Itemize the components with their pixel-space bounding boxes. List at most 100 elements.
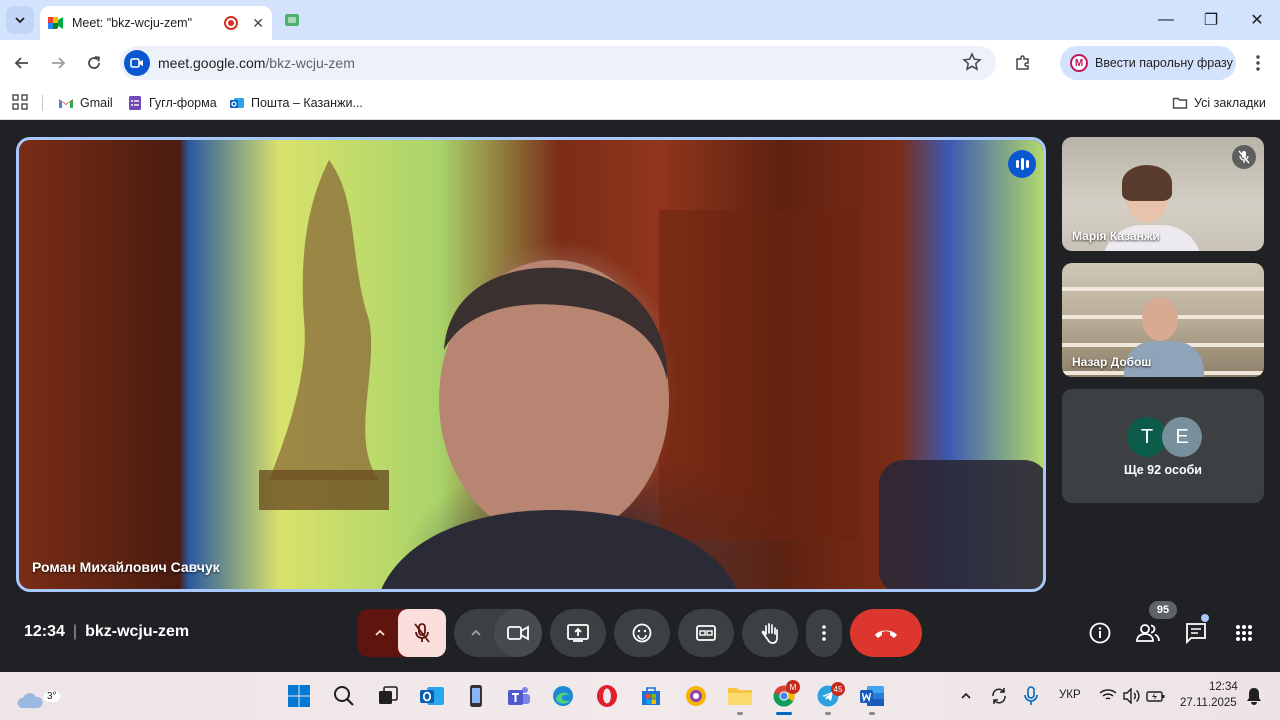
copilot-icon [686, 686, 706, 706]
notifications-icon[interactable] [1246, 687, 1262, 705]
battery-charging-icon[interactable] [1146, 688, 1166, 704]
volume-icon[interactable] [1122, 688, 1140, 704]
captions-button[interactable] [678, 609, 734, 657]
taskbar-word[interactable] [858, 682, 886, 710]
extensions-button[interactable] [1008, 48, 1038, 78]
reactions-button[interactable] [614, 609, 670, 657]
gmail-icon [59, 99, 73, 108]
site-info-button[interactable] [124, 50, 150, 76]
microphone-in-use-icon[interactable] [1024, 686, 1038, 706]
outlook-icon [420, 687, 444, 705]
mic-off-icon [1238, 150, 1250, 164]
video-camera-icon [507, 625, 529, 641]
arrow-right-icon [52, 57, 66, 69]
muted-indicator [1232, 145, 1256, 169]
bookmark-label: Пошта – Казанжи... [251, 96, 363, 110]
opera-icon [597, 685, 617, 707]
more-participants-label: Ще 92 особи [1123, 463, 1202, 477]
profile-label: Ввести парольну фразу [1095, 56, 1233, 70]
main-speaker-tile[interactable]: Роман Михайлович Савчук [16, 137, 1046, 592]
outlook-icon [230, 98, 244, 108]
running-indicator [869, 712, 875, 715]
mic-toggle-button[interactable] [398, 609, 446, 657]
hand-icon [761, 623, 778, 644]
taskbar-store[interactable] [637, 682, 665, 710]
wifi-icon[interactable] [1099, 688, 1117, 702]
participant-hair [1122, 165, 1172, 201]
participant-face [1142, 297, 1178, 341]
close-window-button[interactable]: ✕ [1245, 8, 1269, 32]
forward-button[interactable] [43, 48, 73, 78]
sync-icon[interactable] [990, 687, 1008, 705]
tab-search-button[interactable] [6, 6, 34, 34]
participant-tile-nazar[interactable]: Назар Добош [1062, 263, 1264, 377]
speaking-indicator-icon [1008, 150, 1036, 178]
back-button[interactable] [7, 48, 37, 78]
clock-date[interactable]: 27.11.2025 [1180, 697, 1237, 709]
minimize-button[interactable]: — [1154, 8, 1178, 32]
tab-close-icon[interactable]: ✕ [252, 15, 264, 32]
browser-tab-strip: Meet: "bkz-wcju-zem" ✕ — ❐ ✕ [0, 0, 1280, 40]
taskbar-edge[interactable] [549, 682, 577, 710]
participant-name: Марія Казанжи [1072, 229, 1160, 243]
taskbar-file-explorer[interactable] [726, 682, 754, 710]
taskbar-opera[interactable] [593, 682, 621, 710]
google-meet-icon [48, 17, 63, 29]
input-language-indicator[interactable]: УКР [1059, 689, 1081, 701]
clock-time[interactable]: 12:34 [1209, 681, 1238, 693]
chat-button[interactable] [1182, 619, 1210, 647]
bookmark-gmail[interactable]: Gmail [58, 92, 113, 114]
all-bookmarks-button[interactable]: Усі закладки [1172, 92, 1266, 114]
running-indicator [737, 712, 743, 715]
reload-button[interactable] [79, 48, 109, 78]
bookmark-mail[interactable]: Пошта – Казанжи... [229, 92, 363, 114]
people-count-badge: 95 [1149, 601, 1177, 619]
start-button[interactable] [285, 682, 313, 710]
apps-grid-icon[interactable] [11, 93, 29, 111]
taskbar-copilot[interactable] [682, 682, 710, 710]
taskbar-phone-link[interactable] [462, 682, 490, 710]
participant-tile-maria[interactable]: Марія Казанжи [1062, 137, 1264, 251]
meeting-details-button[interactable] [1086, 619, 1114, 647]
bookmark-label: Gmail [80, 96, 113, 110]
task-view-button[interactable] [374, 682, 402, 710]
present-screen-button[interactable] [550, 609, 606, 657]
taskbar-search-button[interactable] [330, 682, 358, 710]
chat-icon [1186, 623, 1206, 644]
store-icon [642, 687, 660, 705]
weather-widget[interactable]: 3° [16, 684, 60, 712]
more-options-button[interactable] [806, 609, 842, 657]
tab-meet[interactable]: Meet: "bkz-wcju-zem" ✕ [40, 6, 272, 40]
address-bar[interactable]: meet.google.com/bkz-wcju-zem [120, 46, 996, 80]
more-participants-tile[interactable]: Т Е Ще 92 особи [1062, 389, 1264, 503]
phone-icon [470, 685, 482, 707]
windows-taskbar: 3° M 45 УКР 12:34 27.11.2025 [0, 672, 1280, 720]
task-view-icon [379, 686, 398, 704]
raise-hand-button[interactable] [742, 609, 798, 657]
show-hidden-icons-chevron-up-icon[interactable] [960, 690, 972, 702]
bookmark-star-icon[interactable] [962, 52, 982, 72]
restore-button[interactable]: ❐ [1199, 8, 1223, 32]
folder-icon [1172, 97, 1188, 109]
profile-button[interactable]: M Ввести парольну фразу [1060, 46, 1236, 80]
url-text: meet.google.com/bkz-wcju-zem [158, 55, 355, 71]
participant-avatar: Е [1162, 417, 1202, 457]
activities-button[interactable] [1230, 619, 1258, 647]
people-button[interactable] [1134, 619, 1162, 647]
tab-group-icon[interactable] [284, 12, 300, 28]
taskbar-outlook[interactable] [418, 682, 446, 710]
mic-off-icon [414, 623, 430, 643]
taskbar-teams[interactable] [505, 682, 533, 710]
browser-menu-button[interactable] [1243, 48, 1273, 78]
leave-call-button[interactable] [850, 609, 922, 657]
camera-toggle-button[interactable] [494, 609, 542, 657]
bookmarks-bar: Gmail Гугл-форма Пошта – Казанжи... Усі … [0, 86, 1280, 120]
people-icon [1136, 624, 1160, 642]
video-frame-illustration [259, 160, 1043, 589]
bookmarks-divider [42, 95, 43, 111]
bookmark-google-form[interactable]: Гугл-форма [127, 92, 217, 114]
more-vertical-icon [822, 625, 826, 641]
recording-icon [224, 16, 239, 30]
running-indicator [825, 712, 831, 715]
teams-icon [508, 687, 530, 705]
